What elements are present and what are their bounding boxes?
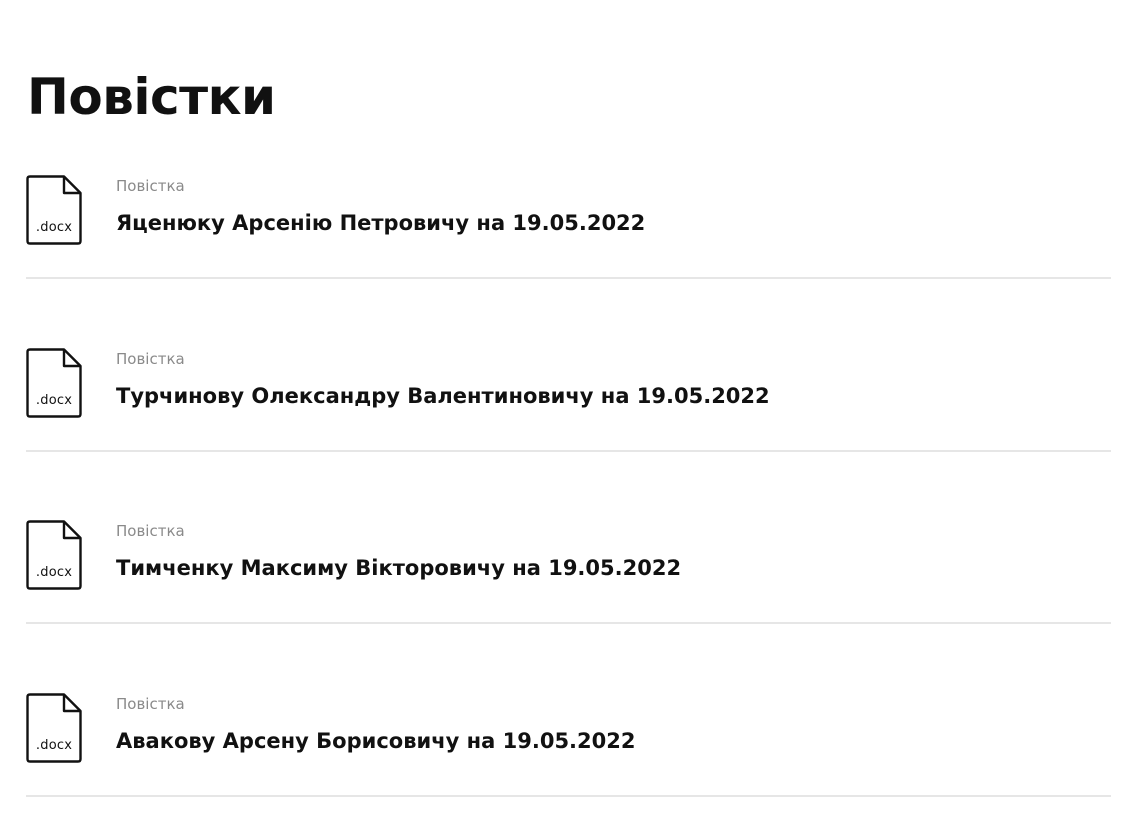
document-item[interactable]: .docx Повістка Яценюку Арсенію Петровичу… — [26, 175, 1111, 279]
file-extension-label: .docx — [35, 393, 73, 408]
docx-file-icon[interactable]: .docx — [26, 348, 82, 418]
document-caption: Повістка — [116, 522, 185, 540]
document-item[interactable]: .docx Повістка Тимченку Максиму Вікторов… — [26, 520, 1111, 624]
page-title: Повістки — [27, 68, 276, 126]
document-item[interactable]: .docx Повістка Турчинову Олександру Вале… — [26, 348, 1111, 452]
file-extension-label: .docx — [35, 565, 73, 580]
docx-file-icon[interactable]: .docx — [26, 175, 82, 245]
file-extension-label: .docx — [35, 220, 73, 235]
docx-file-icon[interactable]: .docx — [26, 520, 82, 590]
document-caption: Повістка — [116, 695, 185, 713]
document-title-link[interactable]: Яценюку Арсенію Петровичу на 19.05.2022 — [116, 211, 645, 235]
docx-file-icon[interactable]: .docx — [26, 693, 82, 763]
document-caption: Повістка — [116, 177, 185, 195]
document-title-link[interactable]: Турчинову Олександру Валентиновичу на 19… — [116, 384, 770, 408]
document-title-link[interactable]: Тимченку Максиму Вікторовичу на 19.05.20… — [116, 556, 681, 580]
file-extension-label: .docx — [35, 738, 73, 753]
document-caption: Повістка — [116, 350, 185, 368]
document-title-link[interactable]: Авакову Арсену Борисовичу на 19.05.2022 — [116, 729, 635, 753]
document-item[interactable]: .docx Повістка Авакову Арсену Борисовичу… — [26, 693, 1111, 797]
